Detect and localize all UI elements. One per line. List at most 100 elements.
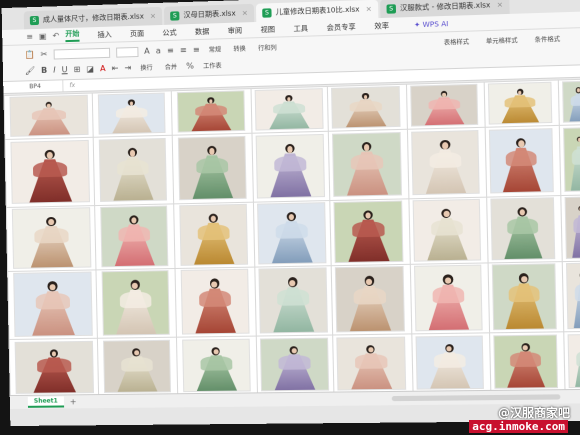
hamburger-icon[interactable]: ≡	[26, 32, 33, 41]
hanfu-sleeve	[121, 357, 153, 372]
costume-photo[interactable]	[564, 196, 580, 259]
menu-member[interactable]: 会员专享	[326, 21, 355, 32]
add-sheet-button[interactable]: +	[70, 397, 77, 406]
shrink-font-icon[interactable]: a	[156, 46, 161, 55]
menu-page[interactable]: 页面	[130, 28, 144, 39]
costume-photo[interactable]	[180, 268, 250, 335]
wps-ai-button[interactable]: ✦ WPS AI	[414, 19, 449, 28]
name-box[interactable]: BP4	[3, 80, 64, 94]
costume-photo[interactable]	[100, 205, 169, 268]
costume-photo[interactable]	[331, 85, 401, 129]
costume-photo[interactable]	[336, 336, 407, 391]
percent-icon[interactable]: %	[186, 61, 194, 70]
costume-photo[interactable]	[410, 83, 479, 127]
undo-icon[interactable]: ↶	[52, 31, 59, 40]
model-face	[213, 348, 219, 355]
menu-tools[interactable]: 工具	[293, 23, 308, 34]
costume-photo[interactable]	[567, 333, 580, 389]
close-icon[interactable]: ×	[497, 1, 503, 9]
underline-icon[interactable]: U	[62, 65, 68, 74]
italic-icon[interactable]: I	[53, 65, 56, 74]
align-left-icon[interactable]: ≡	[167, 46, 174, 55]
cut-icon[interactable]: ✂	[41, 50, 48, 59]
normal-format-label: 常规	[208, 46, 222, 54]
normal-format-select[interactable]: 常规	[206, 43, 225, 55]
costume-photo[interactable]	[9, 94, 89, 137]
costume-photo[interactable]	[13, 271, 93, 337]
model-figure	[194, 276, 237, 334]
costume-photo[interactable]	[177, 135, 247, 201]
format-painter-icon[interactable]: 🖌	[25, 66, 35, 75]
costume-photo[interactable]	[491, 263, 557, 331]
menu-review[interactable]: 审阅	[228, 25, 243, 36]
bold-icon[interactable]: B	[41, 66, 47, 75]
align-right-icon[interactable]: ≡	[193, 45, 200, 54]
menu-view[interactable]: 视图	[260, 24, 275, 35]
close-icon[interactable]: ×	[242, 9, 248, 17]
font-color-icon[interactable]: A	[100, 64, 106, 73]
paste-icon[interactable]: 📋	[25, 50, 35, 59]
rowcol-button[interactable]: 行和列	[255, 42, 280, 54]
costume-photo[interactable]	[411, 130, 480, 196]
costume-photo[interactable]	[176, 90, 246, 133]
menu-formula[interactable]: 公式	[162, 27, 176, 38]
indent-icon[interactable]: ⇤	[112, 64, 119, 73]
costume-photo[interactable]	[254, 88, 324, 131]
costume-photo[interactable]	[179, 203, 249, 266]
costume-photo[interactable]	[563, 127, 580, 192]
font-name-select[interactable]	[53, 47, 110, 60]
costume-photo[interactable]	[412, 198, 482, 262]
horizontal-scrollbar[interactable]	[391, 394, 561, 402]
costume-photo[interactable]	[562, 80, 580, 123]
costume-photo[interactable]	[97, 92, 166, 135]
menu-data[interactable]: 数据	[195, 26, 210, 37]
menu-efficiency[interactable]: 效率	[374, 20, 389, 31]
costume-photo[interactable]	[98, 137, 167, 202]
table-style-button[interactable]: 表格样式	[441, 36, 473, 48]
costume-photo[interactable]	[258, 267, 328, 334]
model-face	[46, 103, 51, 108]
close-icon[interactable]: ×	[366, 5, 372, 13]
merge-button[interactable]: 合并	[162, 61, 181, 73]
convert-button[interactable]: 转换	[230, 43, 249, 55]
doc-tab-2[interactable]: S 汉母日期表.xlsx ×	[163, 3, 255, 25]
worksheet-button[interactable]: 工作表	[200, 59, 225, 71]
border-icon[interactable]: ⊞	[73, 65, 80, 74]
costume-photo[interactable]	[488, 128, 554, 194]
costume-photo[interactable]	[490, 197, 556, 261]
sheet-tab-sheet1[interactable]: Sheet1	[27, 396, 64, 408]
sheet-grid[interactable]	[3, 78, 580, 396]
ribbon-row-top: 📋 ✂ A a ≡ ≡ ≡ 常规 转换 行和列	[24, 42, 279, 61]
costume-photo[interactable]	[334, 265, 405, 333]
costume-photo[interactable]	[493, 334, 559, 389]
costume-photo[interactable]	[487, 81, 553, 125]
costume-photo[interactable]	[103, 339, 172, 393]
cond-format-button[interactable]: 条件格式	[531, 33, 563, 45]
costume-photo[interactable]	[255, 133, 326, 199]
costume-photo[interactable]	[333, 200, 404, 264]
costume-photo[interactable]	[11, 207, 92, 269]
costume-photo[interactable]	[257, 202, 327, 265]
outdent-icon[interactable]: ⇥	[124, 63, 131, 72]
costume-photo[interactable]	[259, 337, 330, 392]
cell-style-button[interactable]: 单元格样式	[483, 34, 521, 46]
costume-photo[interactable]	[14, 340, 95, 394]
grow-font-icon[interactable]: A	[144, 47, 150, 56]
costume-photo[interactable]	[10, 139, 91, 204]
costume-photo[interactable]	[565, 262, 580, 330]
costume-photo[interactable]	[415, 335, 484, 390]
save-icon[interactable]: ▣	[39, 32, 47, 41]
wrap-text-button[interactable]: 换行	[137, 62, 156, 74]
costume-photo[interactable]	[414, 264, 483, 332]
costume-photo[interactable]	[182, 338, 251, 393]
costume-photo[interactable]	[101, 270, 170, 336]
menu-insert[interactable]: 插入	[97, 29, 111, 39]
align-center-icon[interactable]: ≡	[180, 45, 187, 54]
doc-tab-3[interactable]: S 儿童修改日期表10比.xlsx ×	[255, 0, 379, 22]
close-icon[interactable]: ×	[150, 12, 156, 20]
fill-color-icon[interactable]: ◪	[86, 64, 94, 73]
font-size-select[interactable]	[115, 46, 139, 58]
costume-photo[interactable]	[331, 131, 403, 197]
fx-icon[interactable]: fx	[63, 82, 75, 89]
menu-home[interactable]: 开始	[65, 28, 80, 43]
